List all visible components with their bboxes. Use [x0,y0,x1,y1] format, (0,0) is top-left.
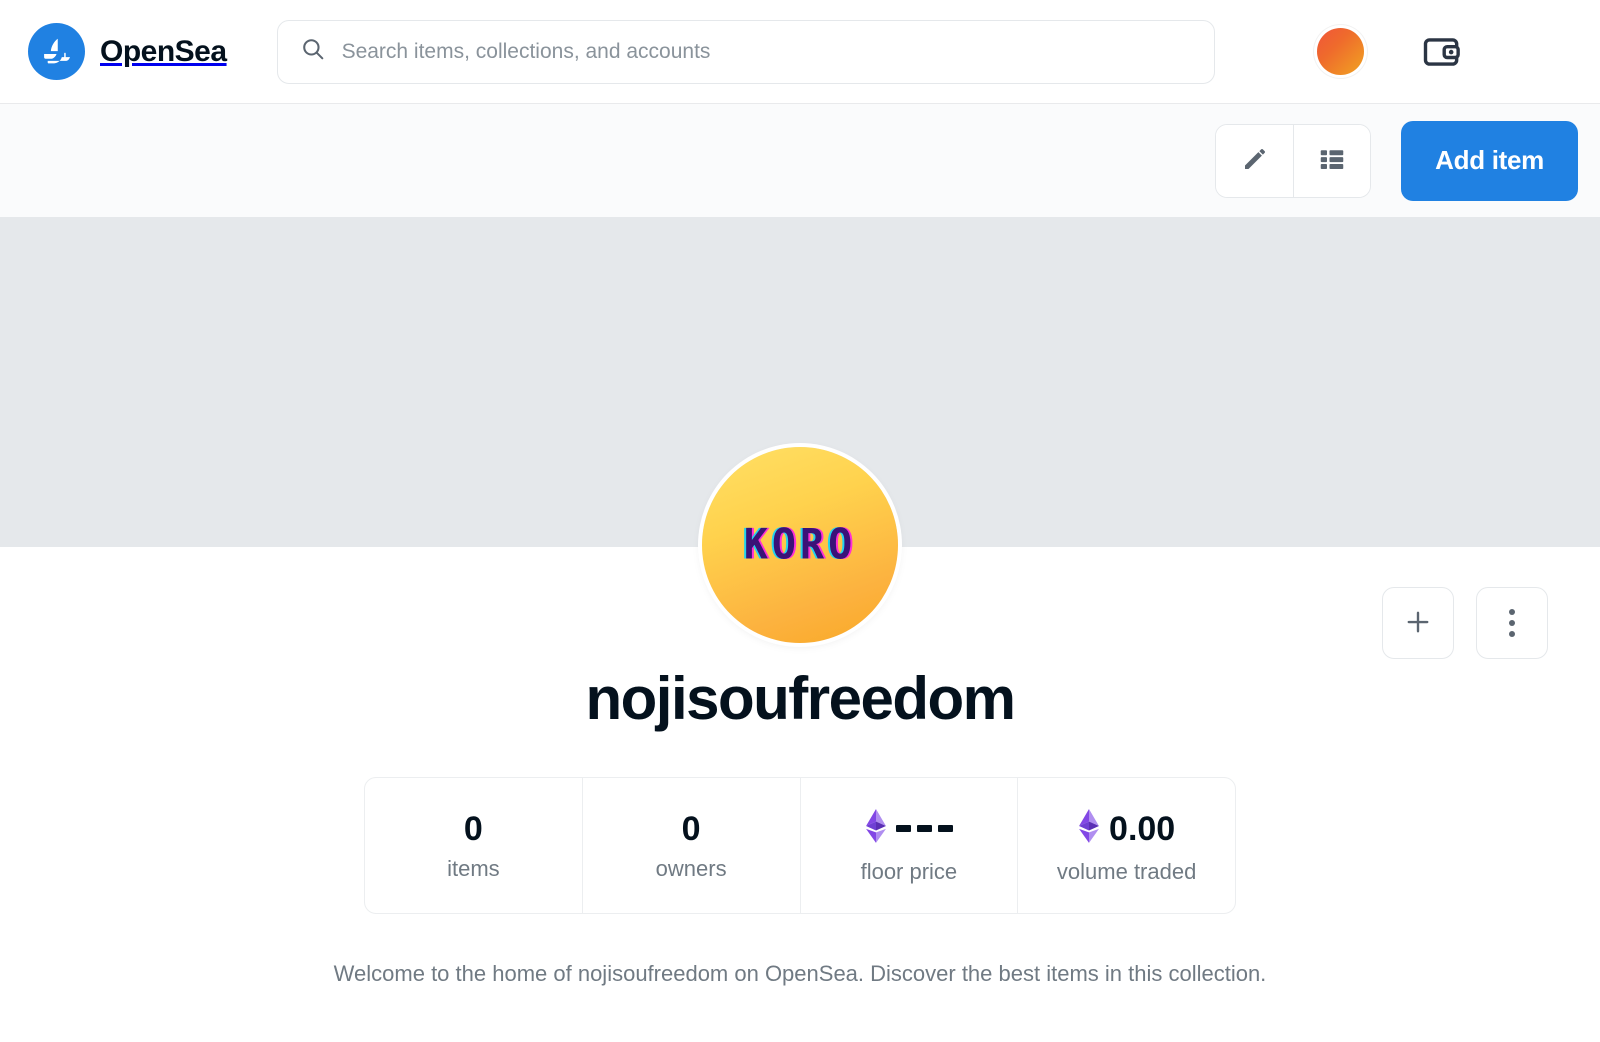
opensea-sailboat-logo-icon [28,23,85,80]
dot [1509,609,1515,615]
list-view-button[interactable] [1293,124,1371,197]
stat-owners[interactable]: 0 owners [581,778,800,913]
plus-icon [1403,607,1433,640]
search-input[interactable] [341,39,1192,64]
stat-value-row: 0.00 [1078,808,1176,849]
more-vertical-icon [1509,609,1515,637]
brand-name: OpenSea [100,34,227,68]
stat-label: floor price [860,858,958,884]
edit-collection-button[interactable] [1216,124,1294,197]
add-item-button[interactable]: Add item [1401,120,1578,201]
dot [1509,631,1515,637]
collection-description: Welcome to the home of nojisoufreedom on… [333,961,1267,986]
stat-label: volume traded [1056,858,1197,884]
dot [1509,620,1515,626]
stat-items[interactable]: 0 items [365,778,582,913]
stat-value: 0.00 [1109,809,1176,848]
stat-label: owners [655,855,727,881]
collection-profile: KORO nojisoufreedom 0 items 0 owners flo… [0,447,1600,990]
stat-floor-price[interactable]: floor price [799,778,1018,913]
stat-value: 0 [463,809,483,848]
hamburger-menu-icon[interactable] [1520,38,1564,66]
wallet-icon[interactable] [1420,30,1464,74]
dash [895,825,911,832]
stat-value-row [865,808,953,849]
floor-price-placeholder-dashes [895,825,953,832]
header-actions [1317,28,1572,75]
stat-value: 0 [681,809,701,848]
ethereum-icon [865,808,887,849]
ethereum-icon [1078,808,1100,849]
account-avatar[interactable] [1317,28,1364,75]
collection-toolbar: Add item [0,104,1600,217]
dash [937,825,953,832]
dash [916,825,932,832]
stat-label: items [447,855,500,881]
opensea-home-link[interactable]: OpenSea [28,23,227,80]
collection-avatar-label: KORO [743,520,857,570]
collection-avatar[interactable]: KORO [702,447,898,643]
stat-volume-traded[interactable]: 0.00 volume traded [1017,778,1235,913]
search-bar[interactable] [276,19,1215,84]
more-options-button[interactable] [1476,587,1548,659]
add-to-watchlist-button[interactable] [1382,587,1454,659]
search-icon [300,36,326,67]
list-view-icon [1317,144,1347,177]
collection-stats: 0 items 0 owners floor price 0.00 volume… [364,777,1236,914]
top-header: OpenSea [0,0,1600,104]
pencil-edit-icon [1240,144,1270,177]
toolbar-button-group [1215,123,1372,198]
collection-side-actions [1382,587,1548,659]
